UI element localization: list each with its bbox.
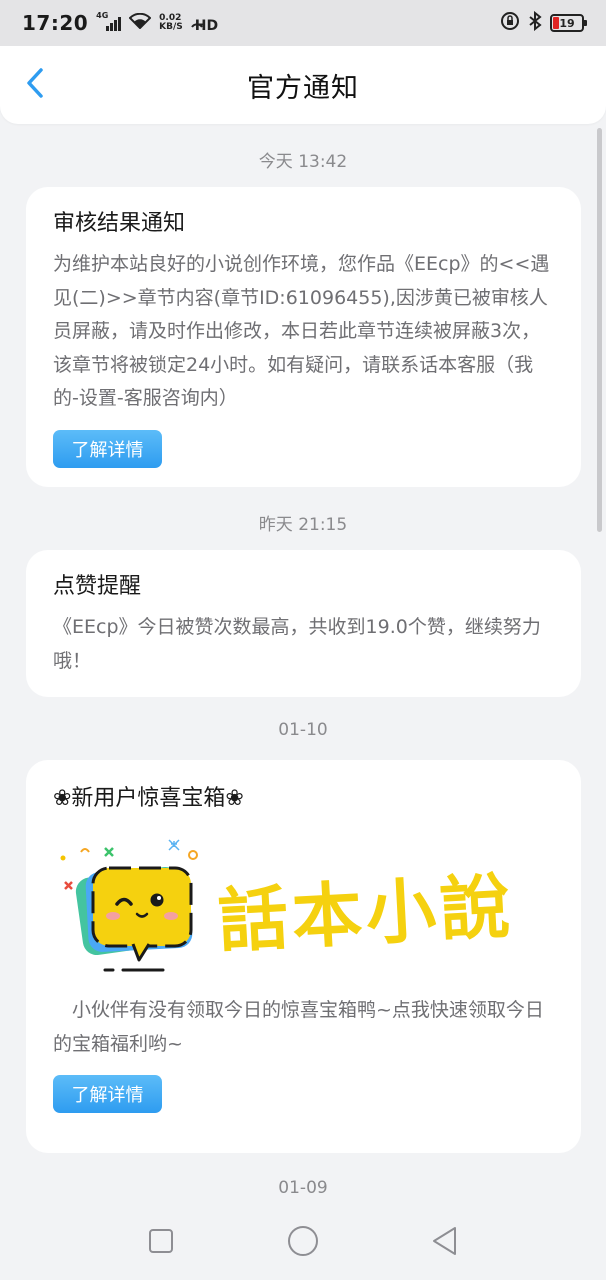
timestamp-label: 昨天 21:15 <box>258 515 348 535</box>
circle-icon <box>287 1225 319 1261</box>
network-label: 4G <box>96 11 109 20</box>
notification-card-likes[interactable]: 点赞提醒 《EEcp》今日被赞次数最高，共收到19.0个赞，继续努力哦！ <box>26 550 581 697</box>
notification-card-gift-box[interactable]: ❀新用户惊喜宝箱❀ 話本小說 小伙伴有没有领取今日的惊喜宝箱鸭~点我快速领取今日… <box>26 760 581 1153</box>
hd-label: HD <box>194 18 219 34</box>
battery-level: 19 <box>559 16 575 30</box>
card-title: ❀新用户惊喜宝箱❀ <box>53 786 244 811</box>
details-button[interactable]: 了解详情 <box>53 1075 162 1113</box>
app-header: 官方通知 <box>0 46 606 124</box>
promo-banner-image[interactable]: 話本小說 <box>53 830 553 980</box>
card-title: 审核结果通知 <box>53 211 186 236</box>
recent-apps-button[interactable] <box>141 1223 181 1263</box>
back-button[interactable] <box>18 68 52 102</box>
chevron-left-icon <box>25 67 45 103</box>
battery-icon: 19 <box>550 14 587 32</box>
lock-rotation-icon <box>500 11 520 35</box>
hd-call-icon: HD <box>190 12 219 34</box>
bluetooth-icon <box>528 10 542 35</box>
triangle-back-icon <box>431 1226 459 1260</box>
timestamp-label: 今天 13:42 <box>258 152 348 172</box>
back-nav-button[interactable] <box>425 1223 465 1263</box>
speed-unit: KB/S <box>159 22 183 32</box>
home-button[interactable] <box>283 1223 323 1263</box>
timestamp-label: 01-10 <box>278 720 328 740</box>
page-title: 官方通知 <box>247 72 359 104</box>
card-body: 小伙伴有没有领取今日的惊喜宝箱鸭~点我快速领取今日的宝箱福利哟~ <box>53 999 544 1055</box>
notification-card-review[interactable]: 审核结果通知 为维护本站良好的小说创作环境，您作品《EEcp》的<<遇见(二)>… <box>26 187 581 487</box>
card-body: 为维护本站良好的小说创作环境，您作品《EEcp》的<<遇见(二)>>章节内容(章… <box>53 253 550 409</box>
system-navigation-bar <box>0 1206 606 1280</box>
signal-icon: 4G <box>96 11 122 31</box>
card-title: 点赞提醒 <box>53 574 142 599</box>
status-left: 17:20 4G 0.02 KB/S HD <box>22 11 218 35</box>
card-body: 《EEcp》今日被赞次数最高，共收到19.0个赞，继续努力哦！ <box>53 616 541 672</box>
status-right: 19 <box>500 10 587 35</box>
square-icon <box>148 1228 174 1258</box>
status-bar: 17:20 4G 0.02 KB/S HD 19 <box>0 0 606 46</box>
details-button[interactable]: 了解详情 <box>53 429 162 468</box>
scrollbar[interactable] <box>597 128 602 532</box>
network-speed: 0.02 KB/S <box>159 14 183 32</box>
status-time: 17:20 <box>22 11 89 35</box>
wifi-icon <box>128 12 152 33</box>
logo-text: 話本小說 <box>216 864 516 963</box>
timestamp-label: 01-09 <box>278 1178 328 1198</box>
